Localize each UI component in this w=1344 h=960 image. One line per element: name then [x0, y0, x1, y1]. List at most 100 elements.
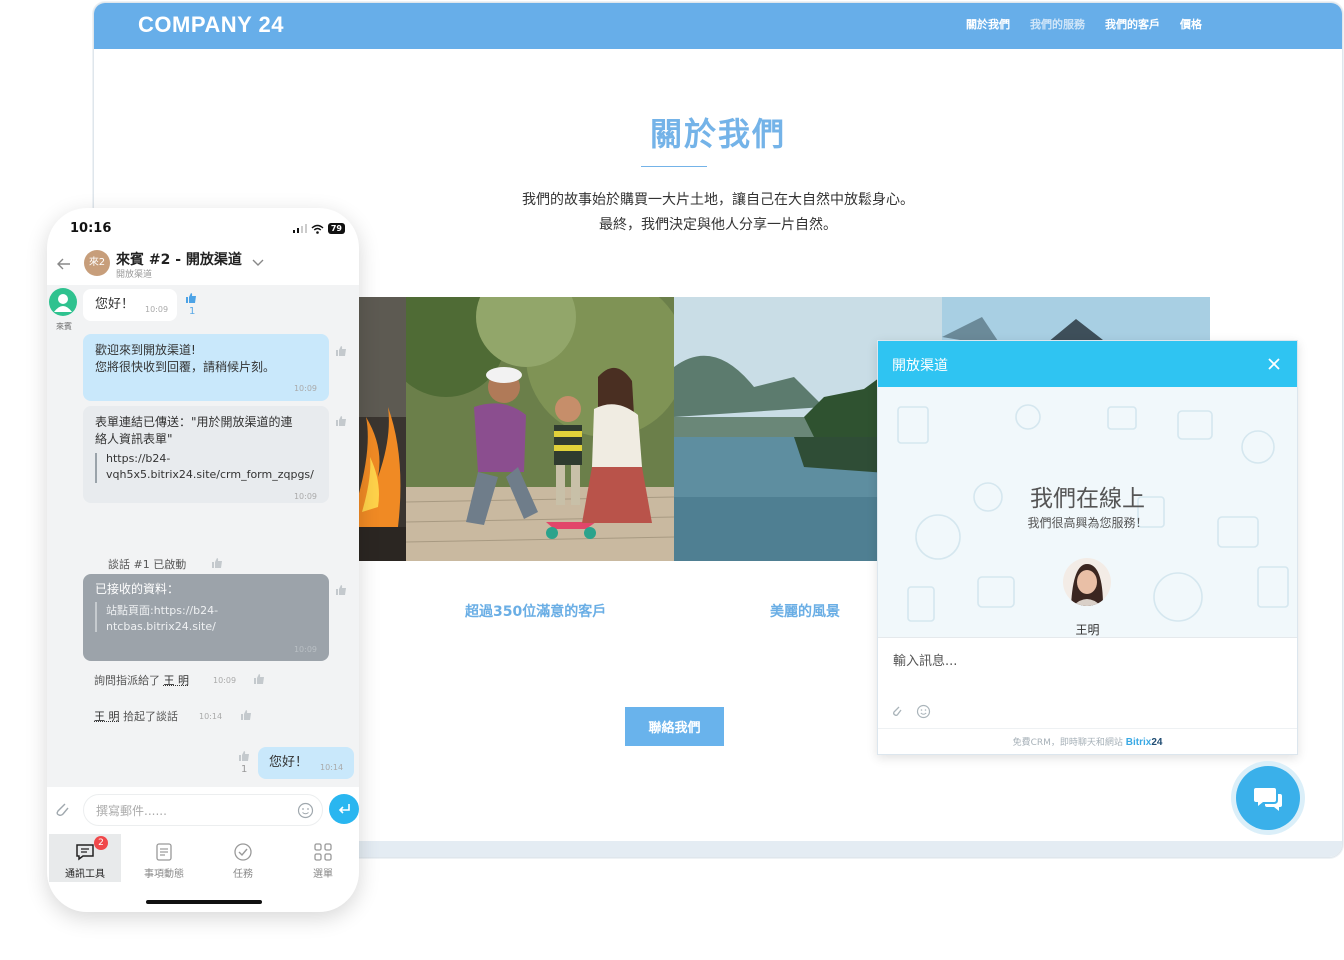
visitor-label: 來賓	[56, 322, 72, 331]
status-time: 10:16	[70, 221, 112, 236]
bitrix24-brand[interactable]: Bitrix24	[1126, 737, 1163, 748]
message-time: 10:09	[293, 492, 317, 501]
widget-welcome-area: 我們在線上 我們很高興為您服務！ 王明	[878, 387, 1297, 637]
quote-bar	[95, 602, 97, 632]
form-line1: 表單連結已傳送："用於開放渠道的連	[95, 415, 293, 429]
chat-history[interactable]: 來賓 您好！ 10:09 1 歡迎來到開放渠道! 您將很快收到回覆，請稍候片刻。…	[47, 285, 359, 787]
message-text: 您好！	[269, 755, 309, 770]
agent-avatar	[1063, 558, 1111, 606]
like-icon[interactable]	[253, 673, 265, 685]
wifi-icon	[311, 224, 324, 234]
menu-grid-icon	[314, 843, 332, 861]
message-received-data: 已接收的資料： 站點頁面:https://b24- ntcbas.bitrix2…	[83, 574, 329, 661]
nav-customers[interactable]: 我們的客戶	[1105, 16, 1160, 32]
received-line2[interactable]: ntcbas.bitrix24.site/	[106, 619, 216, 635]
like-icon[interactable]	[240, 709, 252, 721]
like-icon[interactable]	[335, 345, 347, 357]
message-time: 10:09	[213, 676, 237, 685]
like-icon[interactable]	[238, 750, 250, 762]
emoji-icon[interactable]	[297, 802, 314, 819]
unread-badge: 2	[94, 836, 108, 850]
chat-title[interactable]: 來賓 #2 - 開放渠道	[116, 249, 242, 269]
about-text-line1: 我們的故事始於購買一大片土地，讓自己在大自然中放鬆身心。	[522, 192, 914, 208]
received-title: 已接收的資料：	[95, 582, 180, 596]
assigned-agent-link[interactable]: 王 明	[164, 674, 190, 687]
emoji-icon[interactable]	[916, 704, 931, 719]
like-count: 1	[189, 306, 196, 317]
agent-name: 王明	[1075, 623, 1100, 637]
widget-title: 開放渠道	[892, 358, 948, 374]
bottom-tab-bar: 2 通訊工具 事項動態 任務 選單	[47, 834, 359, 886]
form-url-line1[interactable]: https://b24-	[106, 451, 170, 467]
session-started-notice: 談話 #1 已啟動	[108, 558, 187, 571]
form-url-line2[interactable]: vqh5x5.bitrix24.site/crm_form_zqpgs/	[106, 467, 314, 483]
caption-customers: 超過350位滿意的客戶	[465, 604, 607, 620]
widget-tools	[890, 704, 931, 719]
attach-icon[interactable]	[890, 704, 904, 718]
assigned-notice: 詢問指派給了 王 明	[94, 672, 189, 688]
welcome-line2: 您將很快收到回覆，請稍候片刻。	[95, 360, 276, 374]
like-count: 1	[241, 764, 248, 775]
message-hello-outgoing: 您好！ 10:14	[258, 747, 354, 779]
widget-footer[interactable]: 免費CRM，即時聊天和網站 Bitrix24	[878, 728, 1297, 754]
message-hello-incoming: 您好！ 10:09	[83, 289, 177, 321]
mobile-phone: 10:16 79 來2 來賓 #2 - 開放渠道 開放渠道 來賓 您好！ 10:…	[47, 208, 359, 912]
received-line1[interactable]: 站點頁面:https://b24-	[106, 603, 218, 619]
tab-menu[interactable]: 選單	[287, 834, 359, 882]
compose-placeholder: 撰寫郵件......	[96, 804, 167, 818]
message-time: 10:09	[293, 384, 317, 393]
nav-services[interactable]: 我們的服務	[1030, 16, 1085, 32]
like-icon[interactable]	[335, 584, 347, 596]
chat-header: 來2 來賓 #2 - 開放渠道 開放渠道	[47, 244, 359, 284]
quote-bar	[95, 453, 97, 483]
form-line2: 絡人資訊表單"	[95, 432, 173, 446]
like-icon[interactable]	[185, 292, 197, 304]
company-logo[interactable]: COMPANY 24	[138, 12, 284, 38]
tab-tasks[interactable]: 任務	[207, 834, 279, 882]
pickup-agent-link[interactable]: 王 明	[94, 710, 120, 723]
site-nav: 關於我們 我們的服務 我們的客戶 價格	[966, 16, 1202, 32]
tab-messenger[interactable]: 2 通訊工具	[49, 834, 121, 882]
pickup-notice: 王 明 拾起了談話	[94, 708, 178, 724]
like-icon[interactable]	[335, 415, 347, 427]
visitor-avatar	[49, 288, 77, 316]
message-welcome: 歡迎來到開放渠道! 您將很快收到回覆，請稍候片刻。 10:09	[83, 334, 329, 401]
tab-label: 任務	[233, 869, 253, 880]
chat-subtitle: 開放渠道	[116, 270, 153, 280]
attach-icon[interactable]	[53, 801, 71, 819]
tab-label: 事項動態	[144, 869, 184, 880]
status-icons: 79	[292, 223, 345, 234]
title-divider	[641, 166, 707, 167]
tab-label: 通訊工具	[65, 869, 105, 880]
online-heading: 我們在線上	[1030, 486, 1145, 512]
tab-feed[interactable]: 事項動態	[128, 834, 200, 882]
chevron-down-icon[interactable]	[252, 259, 264, 267]
widget-message-input[interactable]: 輸入訊息...	[878, 637, 1297, 729]
compose-input[interactable]: 撰寫郵件......	[83, 794, 323, 826]
pickup-text: 拾起了談話	[123, 710, 178, 723]
message-time: 10:14	[199, 712, 223, 721]
assigned-text: 詢問指派給了	[94, 674, 160, 687]
task-check-icon	[234, 843, 252, 861]
send-button[interactable]	[329, 794, 359, 824]
message-text: 您好！	[95, 297, 135, 312]
close-icon[interactable]	[1263, 353, 1285, 375]
family-photo	[406, 297, 674, 561]
nav-about[interactable]: 關於我們	[966, 16, 1010, 32]
chat-bubbles-icon	[1254, 788, 1282, 811]
contact-us-button[interactable]: 聯絡我們	[625, 707, 724, 746]
compose-bar: 撰寫郵件......	[47, 788, 359, 832]
like-icon[interactable]	[211, 557, 223, 569]
footer-text: 免費CRM，即時聊天和網站	[1012, 738, 1123, 748]
tab-label: 選單	[313, 869, 333, 880]
send-icon	[338, 804, 350, 814]
chat-launcher-button[interactable]	[1236, 766, 1300, 830]
open-channel-widget: 開放渠道 我們在線上 我們很高興為您服務！ 王明 輸入訊息... 免費CRM，即…	[877, 340, 1298, 755]
nav-pricing[interactable]: 價格	[1180, 16, 1202, 32]
back-arrow-icon[interactable]	[57, 258, 71, 270]
about-title: 關於我們	[649, 115, 786, 153]
message-time: 10:09	[293, 645, 317, 654]
feed-icon	[156, 843, 172, 861]
home-indicator	[146, 900, 262, 904]
message-placeholder: 輸入訊息...	[893, 654, 958, 669]
